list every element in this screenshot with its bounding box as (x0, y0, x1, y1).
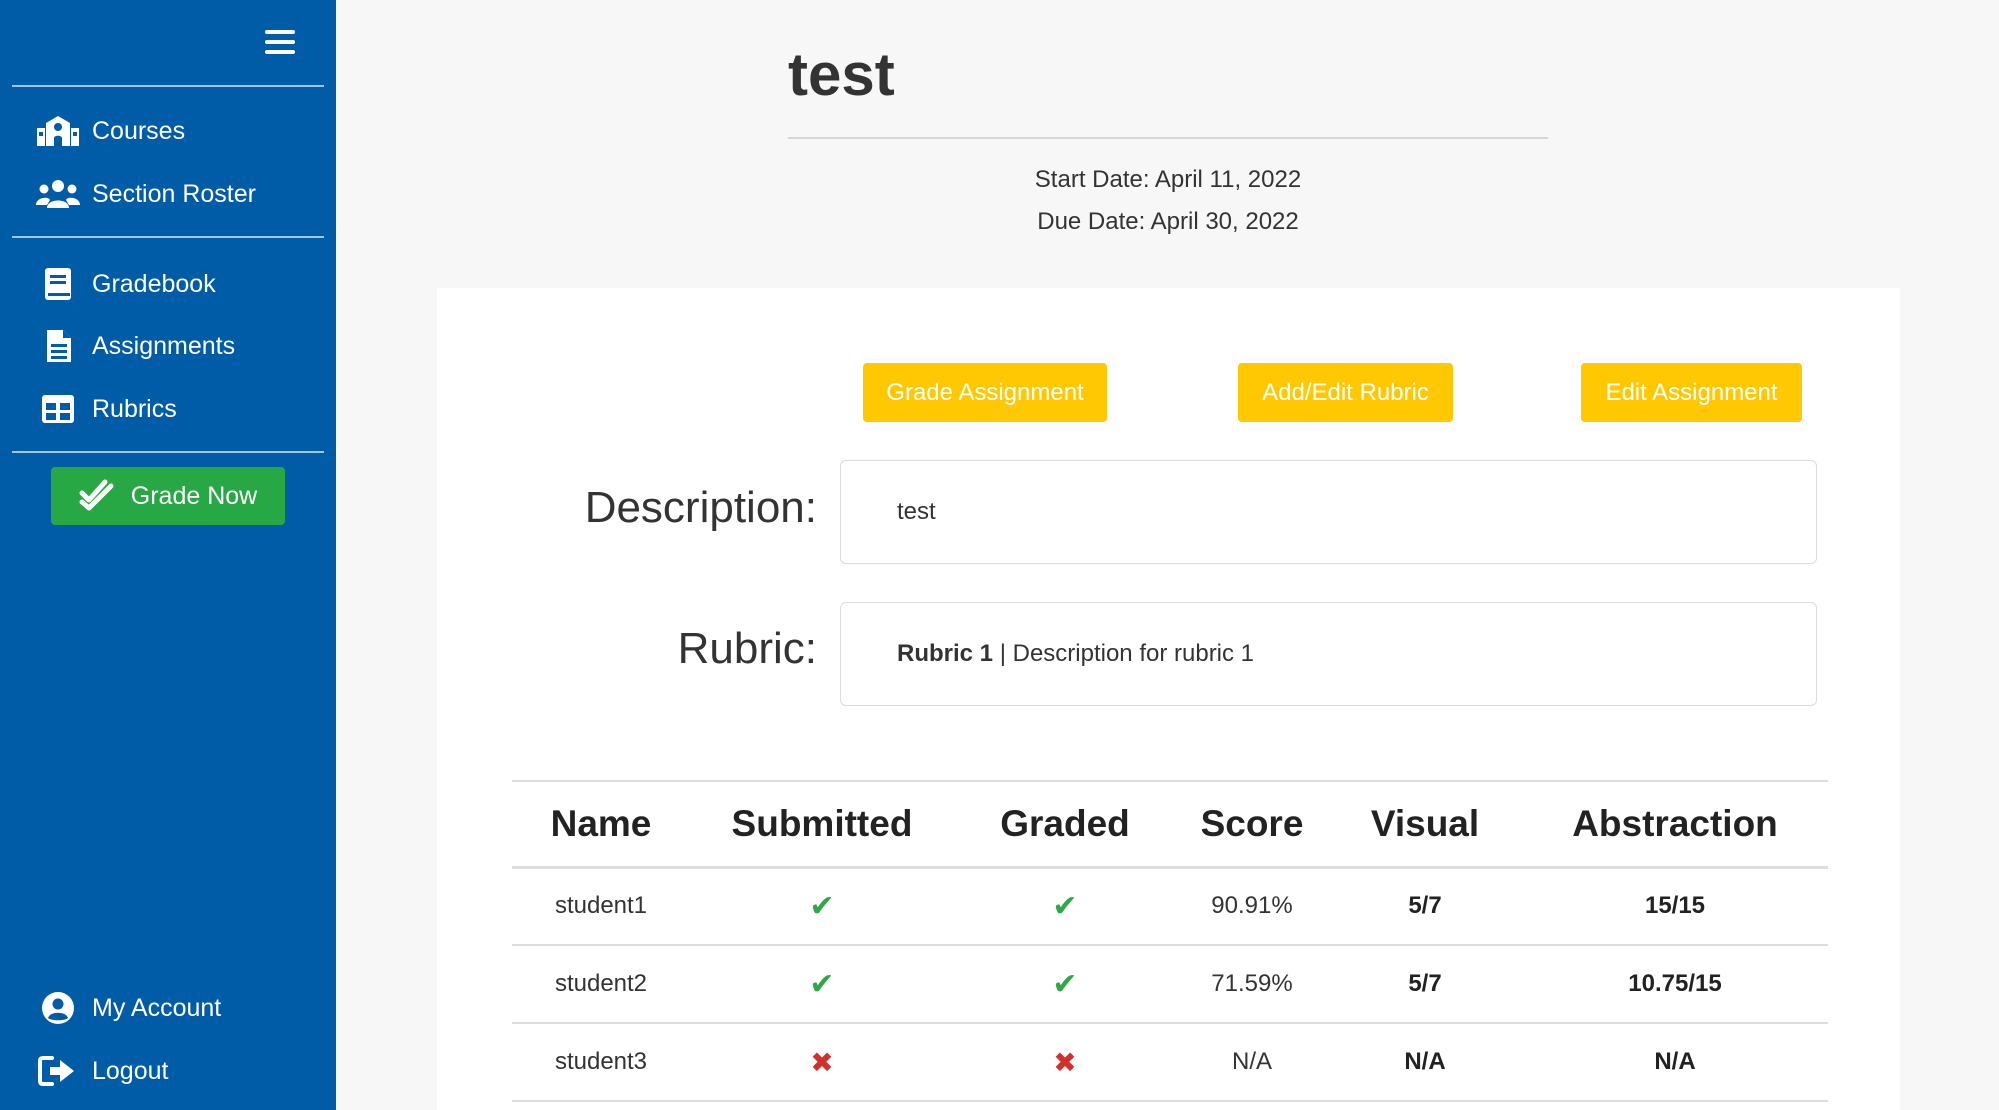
sidebar-item-label: Logout (92, 1056, 169, 1085)
abstraction-cell: 10.75/15 (1522, 945, 1828, 1024)
graded-cell: ✖ (954, 1023, 1176, 1102)
page-title: test (788, 41, 895, 108)
sidebar-item-label: Courses (92, 116, 186, 145)
sidebar: Courses Section Roster Gradebook Assignm… (0, 0, 336, 1110)
graded-cell: ✔ (954, 945, 1176, 1024)
sidebar-item-my-account[interactable]: My Account (36, 986, 221, 1030)
sidebar-item-rubrics[interactable]: Rubrics (36, 387, 177, 431)
graded-cell: ✔ (954, 867, 1176, 946)
rubric-name: Rubric 1 (897, 640, 994, 667)
sidebar-divider (12, 451, 324, 453)
score-cell: 71.59% (1176, 945, 1328, 1024)
column-header-submitted: Submitted (690, 780, 954, 869)
student-name: student3 (512, 1023, 690, 1102)
add-edit-rubric-button[interactable]: Add/Edit Rubric (1238, 363, 1453, 422)
abstraction-cell: 15/15 (1522, 867, 1828, 946)
check-icon: ✔ (809, 889, 835, 923)
school-icon (36, 111, 80, 151)
score-cell: N/A (1176, 1023, 1328, 1102)
sidebar-item-label: Gradebook (92, 269, 216, 298)
column-header-score: Score (1176, 780, 1328, 869)
visual-cell: 5/7 (1328, 945, 1522, 1024)
grades-table: Name Submitted Graded Score Visual Abstr… (512, 780, 1828, 1102)
table-header-row: Name Submitted Graded Score Visual Abstr… (512, 780, 1828, 869)
description-value: test (897, 498, 936, 525)
sidebar-item-label: Section Roster (92, 179, 256, 208)
due-date: Due Date: April 30, 2022 (1037, 208, 1299, 235)
column-header-graded: Graded (954, 780, 1176, 869)
visual-cell: 5/7 (1328, 867, 1522, 946)
check-icon: ✔ (1052, 889, 1078, 923)
book-icon (36, 264, 80, 304)
cross-icon: ✖ (810, 1046, 834, 1078)
submitted-cell: ✖ (690, 1023, 954, 1102)
column-header-name: Name (512, 780, 690, 869)
column-header-abstraction: Abstraction (1522, 780, 1828, 869)
table-icon (36, 389, 80, 429)
visual-cell: N/A (1328, 1023, 1522, 1102)
assignment-card: Grade Assignment Add/Edit Rubric Edit As… (437, 288, 1900, 1110)
table-row: student2 ✔ ✔ 71.59% 5/7 10.75/15 (512, 945, 1828, 1024)
check-icon: ✔ (1052, 967, 1078, 1001)
table-row: student1 ✔ ✔ 90.91% 5/7 15/15 (512, 867, 1828, 946)
description-field: test (840, 460, 1817, 564)
submitted-cell: ✔ (690, 945, 954, 1024)
sidebar-item-section-roster[interactable]: Section Roster (36, 172, 256, 216)
hamburger-icon[interactable] (265, 30, 297, 58)
submitted-cell: ✔ (690, 867, 954, 946)
sidebar-item-label: Rubrics (92, 394, 177, 423)
sidebar-item-assignments[interactable]: Assignments (36, 324, 235, 368)
grade-now-button[interactable]: Grade Now (51, 467, 285, 525)
rubric-label: Rubric: (677, 624, 817, 673)
rubric-field: Rubric 1 | Description for rubric 1 (840, 602, 1817, 706)
grade-now-label: Grade Now (130, 481, 258, 510)
grade-assignment-button[interactable]: Grade Assignment (863, 363, 1107, 422)
start-date: Start Date: April 11, 2022 (1034, 166, 1302, 193)
check-icon: ✔ (809, 967, 835, 1001)
sign-out-icon (36, 1051, 80, 1091)
description-label: Description: (584, 483, 817, 532)
student-name: student1 (512, 867, 690, 946)
file-text-icon (36, 326, 80, 366)
abstraction-cell: N/A (1522, 1023, 1828, 1102)
title-divider (788, 137, 1548, 139)
users-icon (36, 174, 80, 214)
cross-icon: ✖ (1053, 1046, 1077, 1078)
double-check-icon (79, 477, 115, 516)
edit-assignment-button[interactable]: Edit Assignment (1581, 363, 1802, 422)
rubric-description: Description for rubric 1 (1012, 640, 1255, 667)
sidebar-item-label: My Account (92, 993, 222, 1022)
sidebar-item-gradebook[interactable]: Gradebook (36, 262, 216, 306)
user-circle-icon (36, 988, 80, 1028)
sidebar-item-label: Assignments (92, 331, 236, 360)
sidebar-item-courses[interactable]: Courses (36, 109, 185, 153)
student-name: student2 (512, 945, 690, 1024)
rubric-separator: | (993, 640, 1013, 667)
sidebar-item-logout[interactable]: Logout (36, 1049, 168, 1093)
table-row: student3 ✖ ✖ N/A N/A N/A (512, 1023, 1828, 1102)
column-header-visual: Visual (1328, 780, 1522, 869)
sidebar-divider (12, 85, 324, 87)
score-cell: 90.91% (1176, 867, 1328, 946)
sidebar-divider (12, 236, 324, 238)
